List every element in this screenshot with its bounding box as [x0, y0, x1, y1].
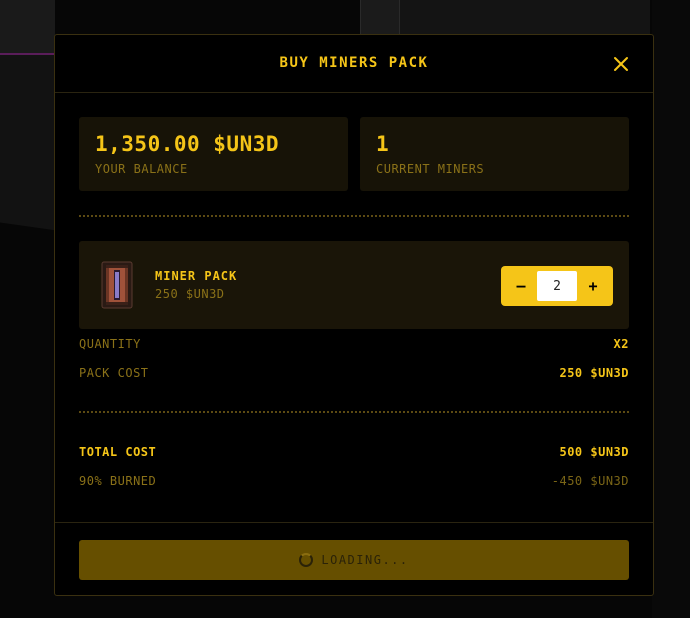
balance-value: 1,350.00 $UN3D — [95, 132, 280, 156]
burned-value: -450 $UN3D — [551, 474, 629, 488]
modal-footer: LOADING... — [55, 522, 653, 596]
stats-row: 1,350.00 $UN3D YOUR BALANCE 1 CURRENT MI… — [79, 117, 629, 191]
miners-label: CURRENT MINERS — [376, 162, 485, 176]
divider — [79, 215, 629, 217]
loading-label: LOADING... — [321, 553, 409, 567]
miner-pack-card: MINER PACK 250 $UN3D – + — [79, 241, 629, 329]
balance-card: 1,350.00 $UN3D YOUR BALANCE — [79, 117, 348, 191]
spinner-icon — [299, 553, 314, 567]
divider — [79, 411, 629, 413]
background-shape — [360, 0, 400, 35]
close-icon — [614, 57, 628, 71]
quantity-label: QUANTITY — [79, 337, 141, 351]
total-cost-value: 500 $UN3D — [559, 445, 629, 459]
modal-header: BUY MINERS PACK — [55, 35, 653, 93]
pack-cost-row: PACK COST 250 $UN3D — [79, 366, 629, 382]
pack-price: 250 $UN3D — [155, 287, 225, 301]
burned-row: 90% BURNED -450 $UN3D — [79, 474, 629, 490]
background-shape — [0, 0, 55, 55]
miners-value: 1 — [376, 132, 390, 156]
close-button[interactable] — [611, 54, 631, 74]
buy-miners-modal: BUY MINERS PACK 1,350.00 $UN3D YOUR BALA… — [54, 34, 654, 596]
miners-card: 1 CURRENT MINERS — [360, 117, 629, 191]
quantity-stepper: – + — [501, 266, 613, 306]
burned-label: 90% BURNED — [79, 474, 157, 488]
pack-cost-label: PACK COST — [79, 366, 149, 380]
balance-label: YOUR BALANCE — [95, 162, 188, 176]
quantity-value: X2 — [613, 337, 629, 351]
buy-button-loading[interactable]: LOADING... — [79, 540, 629, 580]
quantity-input[interactable] — [537, 271, 577, 301]
decrement-button[interactable]: – — [503, 266, 539, 306]
background-shape — [400, 0, 650, 35]
total-cost-label: TOTAL COST — [79, 445, 157, 459]
increment-button[interactable]: + — [575, 266, 611, 306]
pack-name: MINER PACK — [155, 269, 238, 283]
total-cost-row: TOTAL COST 500 $UN3D — [79, 445, 629, 461]
background-shape — [652, 0, 690, 618]
modal-title: BUY MINERS PACK — [279, 55, 429, 71]
miner-pack-image — [101, 261, 133, 309]
quantity-row: QUANTITY X2 — [79, 337, 629, 353]
pack-cost-value: 250 $UN3D — [559, 366, 629, 380]
